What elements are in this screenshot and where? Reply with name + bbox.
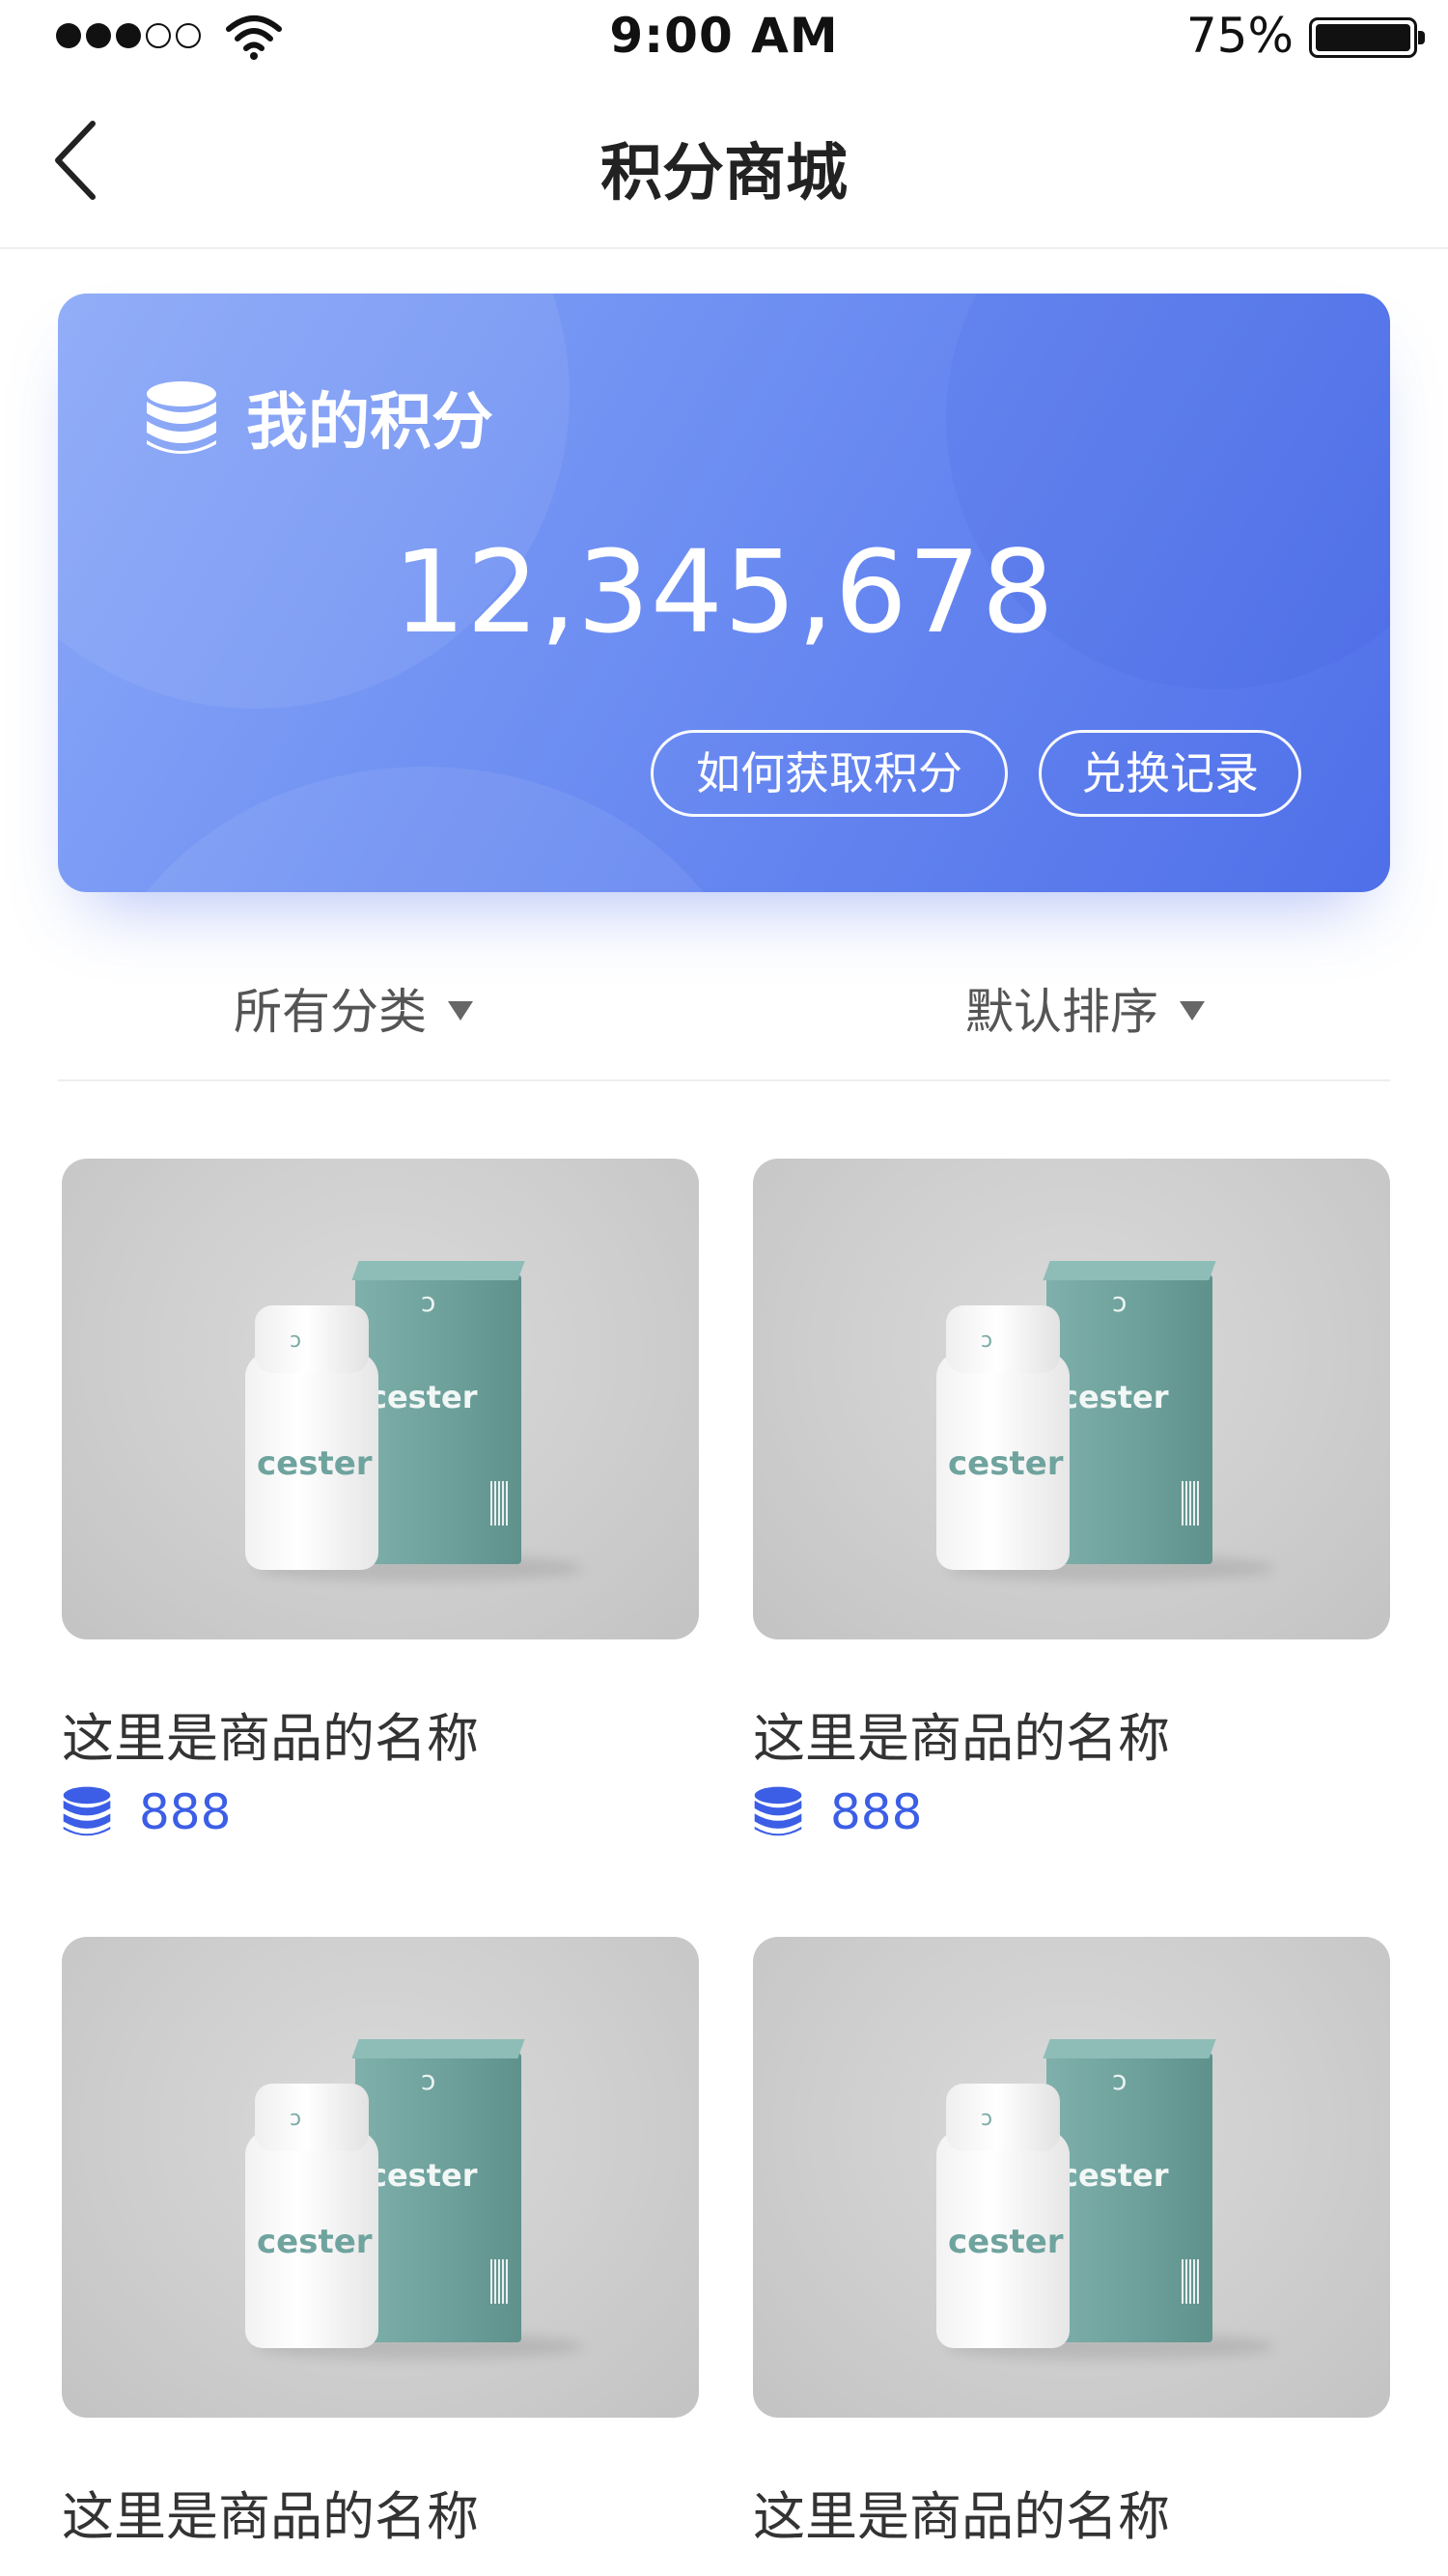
product-price-value: 888 [830,1784,923,1840]
product-name: 这里是商品的名称 [753,2486,1170,2547]
caret-down-icon [448,1001,473,1021]
product-card[interactable]: ↄ cester ↄ cester 这里是商品的名称 [62,1937,699,2547]
coins-icon [754,1786,802,1836]
coins-icon [63,1786,111,1836]
status-bar: 9:00 AM 75% [0,0,1448,77]
category-filter-label: 所有分类 [234,984,427,1040]
points-label: 我的积分 [246,387,493,459]
product-image: ↄ cester ↄ cester [62,1159,699,1639]
product-image: ↄ cester ↄ cester [753,1159,1390,1639]
product-name: 这里是商品的名称 [62,1708,479,1769]
product-name: 这里是商品的名称 [753,1708,1170,1769]
product-card[interactable]: ↄ cester ↄ cester 这里是商品的名称 [753,1937,1390,2547]
filter-bar: 所有分类 默认排序 [58,946,1390,1081]
battery-icon [1309,17,1425,58]
sort-order-label: 默认排序 [965,984,1158,1040]
how-to-earn-points-button[interactable]: 如何获取积分 [651,730,1008,817]
product-name: 这里是商品的名称 [62,2486,479,2547]
product-card[interactable]: ↄ cester ↄ cester 这里是商品的名称 888 [753,1159,1390,1840]
product-image: ↄ cester ↄ cester [753,1937,1390,2418]
nav-bar: 积分商城 [0,77,1448,249]
category-filter-dropdown[interactable]: 所有分类 [234,973,473,1043]
coins-icon [147,381,216,454]
product-card[interactable]: ↄ cester ↄ cester 这里是商品的名称 888 [62,1159,699,1840]
exchange-history-button[interactable]: 兑换记录 [1039,730,1301,817]
sort-order-dropdown[interactable]: 默认排序 [965,973,1205,1043]
caret-down-icon [1180,1001,1205,1021]
product-price: 888 [753,1784,1390,1840]
product-price: 888 [62,1784,699,1840]
points-card: 我的积分 12,345,678 如何获取积分 兑换记录 [58,294,1390,892]
points-value: 12,345,678 [393,525,1055,658]
battery-percentage: 75% [1185,8,1294,64]
product-price-value: 888 [139,1784,232,1840]
page-title: 积分商城 [600,138,848,210]
product-image: ↄ cester ↄ cester [62,1937,699,2418]
